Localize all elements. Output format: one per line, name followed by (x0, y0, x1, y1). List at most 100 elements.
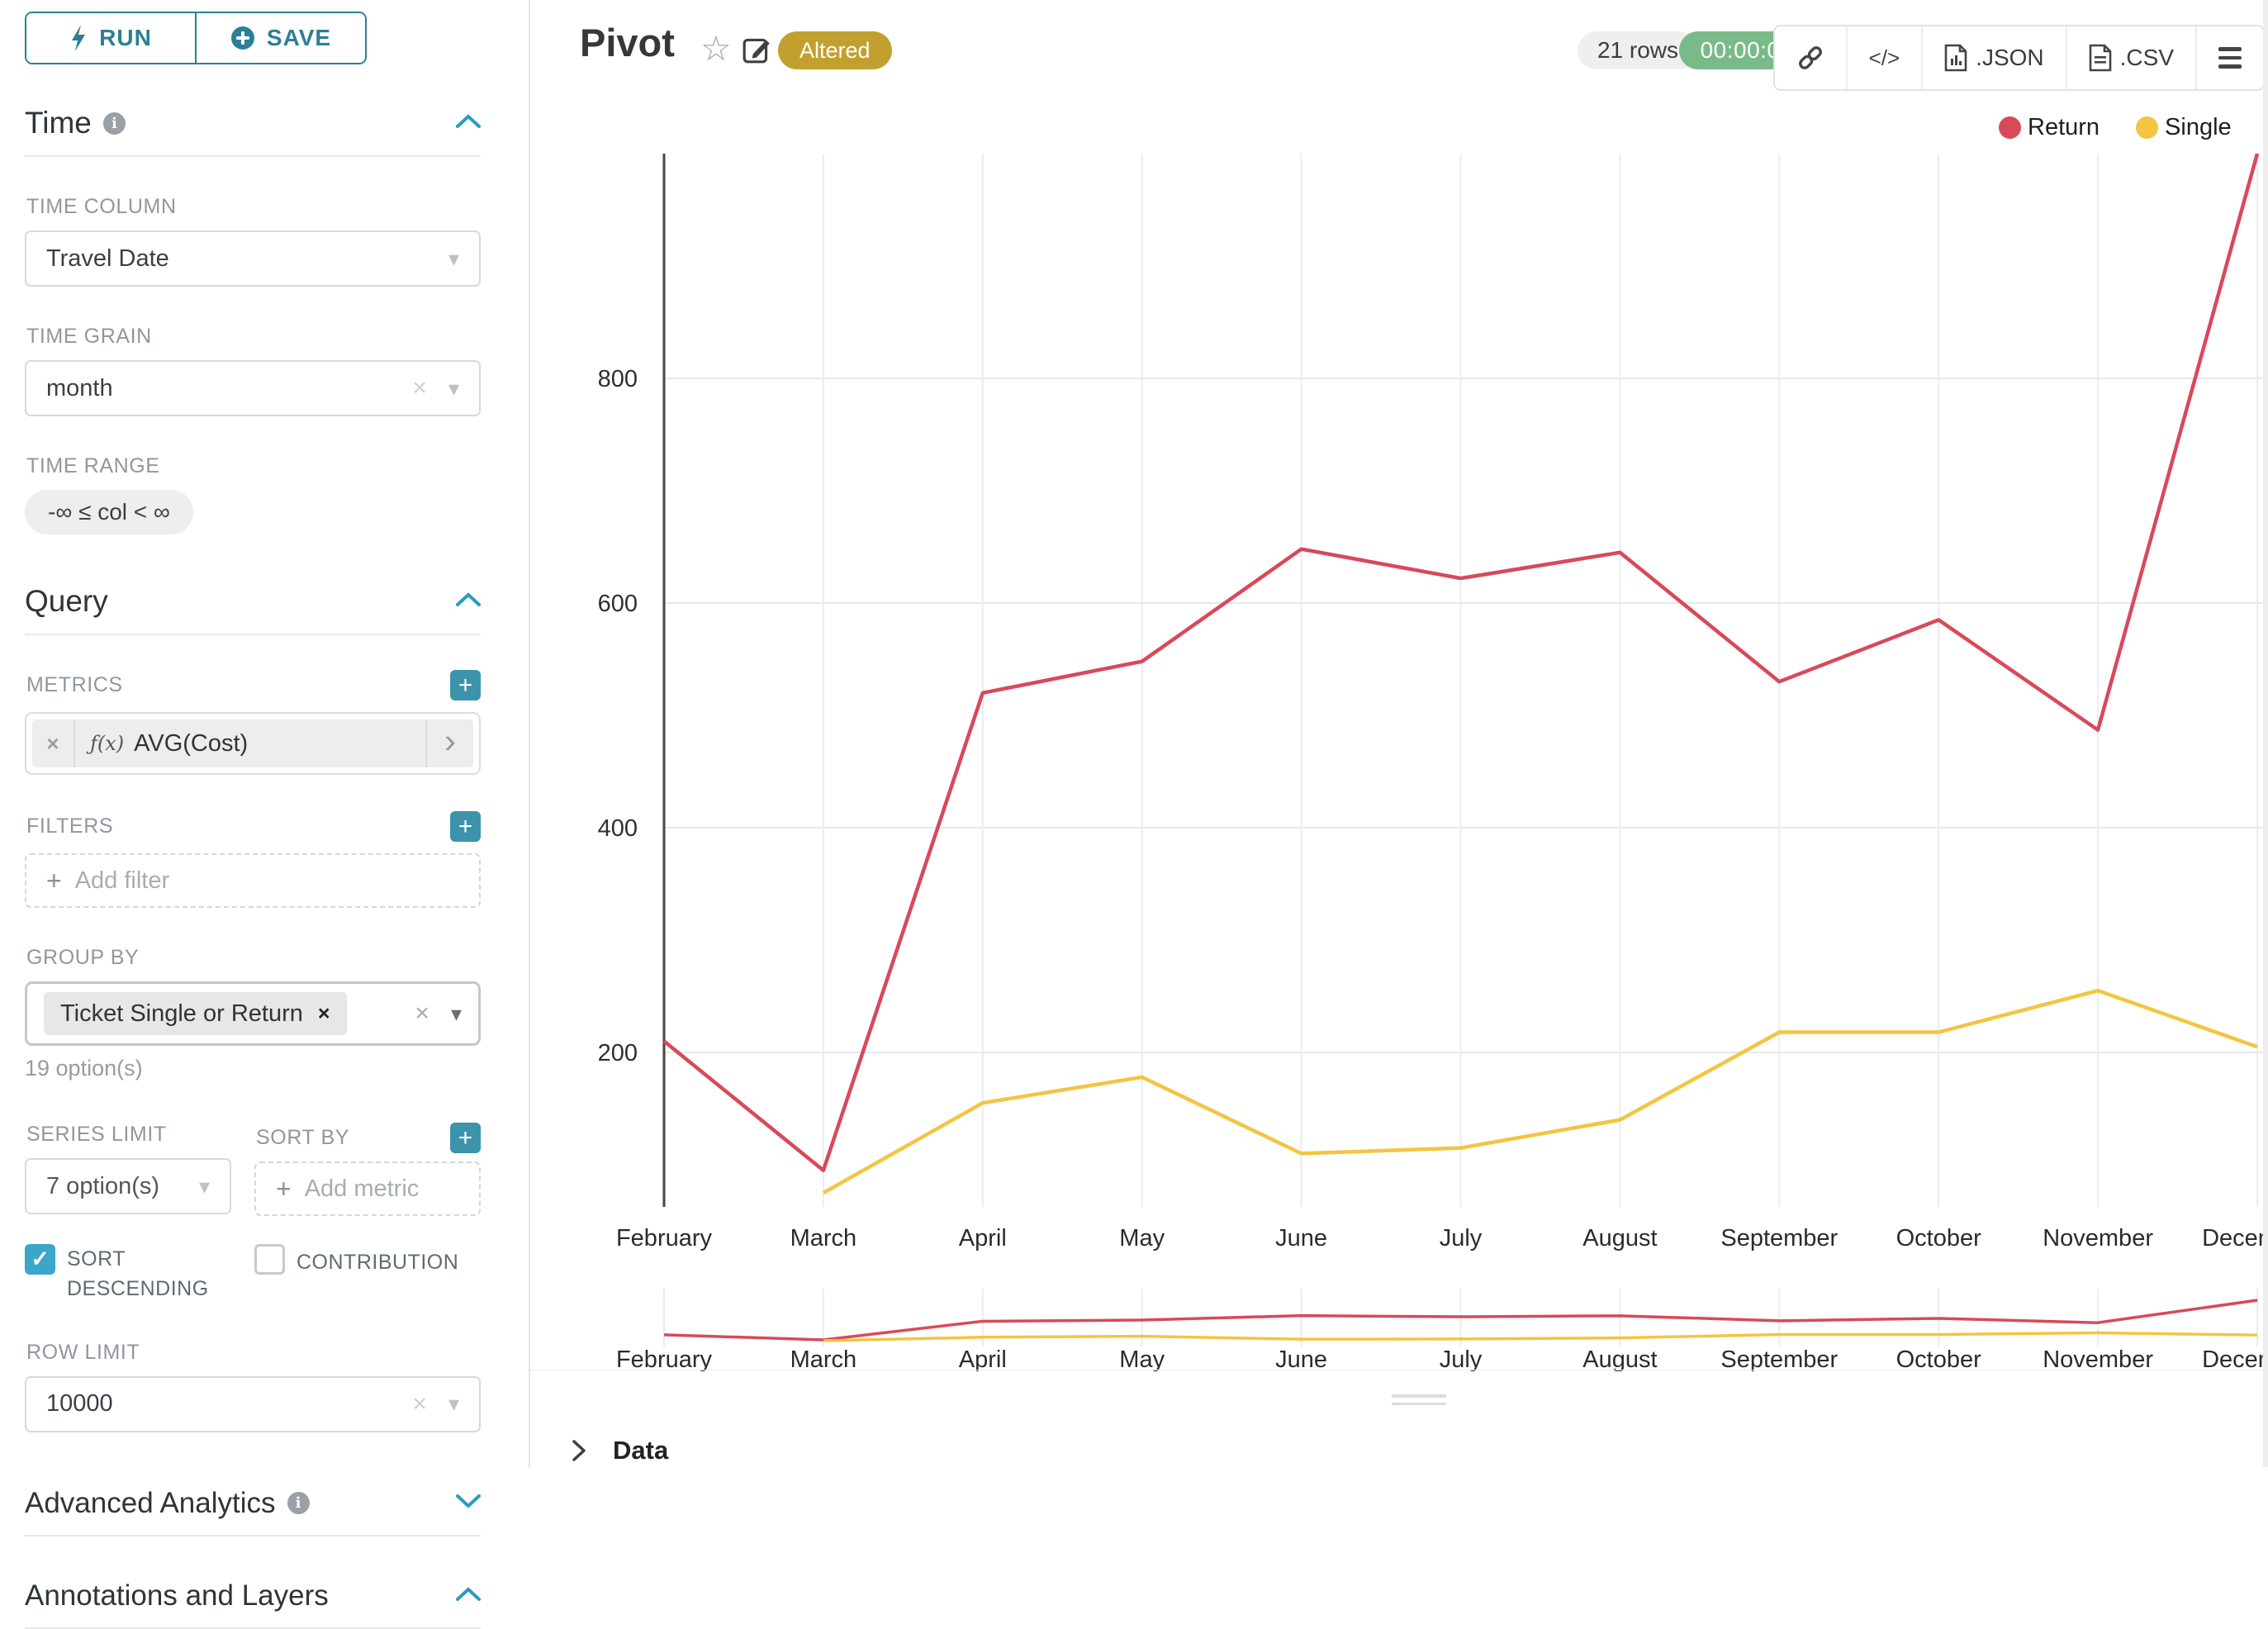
svg-text:December: December (2202, 1346, 2268, 1371)
svg-text:May: May (1119, 1346, 1165, 1371)
series-limit-value: 7 option(s) (46, 1173, 159, 1200)
share-link-button[interactable] (1775, 26, 1846, 89)
section-divider (25, 1627, 481, 1629)
advanced-analytics-header[interactable]: Advanced Analytics i (25, 1487, 481, 1520)
svg-text:June: June (1275, 1225, 1327, 1251)
hamburger-icon (2218, 47, 2242, 69)
chevron-up-icon[interactable] (456, 114, 481, 132)
svg-text:July: July (1440, 1346, 1483, 1371)
time-range-pill[interactable]: -∞ ≤ col < ∞ (25, 490, 193, 534)
remove-metric-icon[interactable]: × (32, 720, 75, 767)
chevron-down-icon[interactable] (456, 1494, 481, 1513)
altered-badge[interactable]: Altered (778, 31, 892, 69)
section-divider (25, 634, 481, 635)
chevron-up-icon[interactable] (456, 1587, 481, 1605)
svg-text:November: November (2043, 1225, 2153, 1251)
time-grain-label: TIME GRAIN (26, 325, 505, 349)
svg-text:September: September (1720, 1346, 1838, 1371)
time-section-header[interactable]: Time i (25, 106, 481, 140)
group-by-select[interactable]: Ticket Single or Return × × ▾ (25, 981, 481, 1046)
export-csv-button[interactable]: .CSV (2066, 26, 2195, 89)
caret-down-icon[interactable]: ▾ (451, 1001, 462, 1027)
chevron-right-icon[interactable]: › (425, 720, 473, 767)
run-button-label: RUN (99, 25, 152, 51)
group-by-chip[interactable]: Ticket Single or Return × (44, 992, 347, 1035)
clear-icon[interactable]: × (415, 1000, 429, 1028)
page-title: Pivot (580, 20, 675, 65)
plus-icon: + (276, 1174, 292, 1204)
export-json-button[interactable]: .JSON (1921, 26, 2065, 89)
options-hint: 19 option(s) (25, 1056, 505, 1081)
run-button[interactable]: RUN (26, 13, 195, 63)
control-panel: RUN SAVE Time i TIME COLUMN Travel Date … (0, 0, 505, 1467)
clear-icon[interactable]: × (412, 1390, 427, 1418)
svg-text:April: April (959, 1225, 1007, 1251)
filters-label: FILTERS (26, 814, 113, 838)
group-by-label: GROUP BY (26, 946, 505, 970)
add-metric-button[interactable]: + (450, 670, 481, 701)
svg-text:February: February (616, 1225, 713, 1251)
metrics-box: × ƒ(x) AVG(Cost) › (25, 712, 481, 775)
code-icon: </> (1869, 45, 1900, 71)
svg-text:March: March (790, 1225, 857, 1251)
query-section-header[interactable]: Query (25, 584, 481, 619)
metric-name: AVG(Cost) (134, 730, 248, 758)
row-limit-select[interactable]: 10000 × ▾ (25, 1376, 481, 1432)
favorite-star-icon[interactable]: ☆ (700, 28, 732, 69)
edit-icon[interactable] (742, 33, 773, 69)
embed-code-button[interactable]: </> (1846, 26, 1922, 89)
svg-text:August: August (1582, 1346, 1657, 1371)
add-filter-button[interactable]: + (450, 811, 481, 842)
time-grain-value: month (46, 375, 113, 402)
time-grain-select[interactable]: month × ▾ (25, 360, 481, 416)
line-chart[interactable]: 200400600800FebruaryFebruaryMarchMarchAp… (529, 83, 2268, 1371)
lightning-icon (69, 25, 88, 51)
time-range-label: TIME RANGE (26, 454, 505, 478)
csv-file-icon (2089, 44, 2112, 72)
annotations-layers-header[interactable]: Annotations and Layers (25, 1579, 481, 1612)
add-sort-metric-box[interactable]: + Add metric (254, 1161, 481, 1216)
annotations-layers-title: Annotations and Layers (25, 1579, 329, 1612)
svg-text:February: February (616, 1346, 713, 1371)
time-section-title: Time (25, 106, 92, 140)
remove-chip-icon[interactable]: × (318, 1002, 330, 1026)
svg-text:April: April (959, 1346, 1007, 1371)
export-json-label: .JSON (1976, 45, 2043, 71)
caret-down-icon[interactable]: ▾ (448, 1391, 459, 1417)
clear-icon[interactable]: × (412, 374, 427, 402)
add-sort-metric-button[interactable]: + (450, 1123, 481, 1153)
row-limit-value: 10000 (46, 1390, 113, 1418)
chevron-right-icon (570, 1438, 588, 1463)
svg-text:800: 800 (598, 366, 638, 392)
contribution-checkbox[interactable] (254, 1244, 285, 1275)
series-limit-select[interactable]: 7 option(s) ▾ (25, 1158, 231, 1214)
svg-text:July: July (1440, 1225, 1483, 1251)
data-panel-title: Data (613, 1436, 668, 1465)
page-scrollbar[interactable] (2263, 0, 2268, 1467)
panel-resize-handle[interactable] (1392, 1394, 1446, 1410)
row-limit-label: ROW LIMIT (26, 1341, 505, 1365)
plus-icon: + (46, 866, 62, 896)
plus-circle-icon (230, 26, 255, 50)
menu-button[interactable] (2195, 26, 2263, 89)
check-icon: ✓ (31, 1247, 50, 1272)
sort-descending-checkbox[interactable]: ✓ (25, 1244, 55, 1275)
chevron-up-icon[interactable] (456, 592, 481, 610)
metric-chip[interactable]: × ƒ(x) AVG(Cost) › (32, 720, 473, 767)
section-divider (25, 155, 481, 157)
save-button[interactable]: SAVE (195, 13, 365, 63)
caret-down-icon[interactable]: ▾ (448, 246, 459, 272)
time-column-select[interactable]: Travel Date ▾ (25, 230, 481, 287)
svg-text:200: 200 (598, 1040, 638, 1066)
save-button-label: SAVE (267, 25, 331, 51)
caret-down-icon[interactable]: ▾ (199, 1174, 210, 1199)
caret-down-icon[interactable]: ▾ (448, 376, 459, 401)
data-panel-header[interactable]: Data (570, 1436, 668, 1465)
group-by-chip-label: Ticket Single or Return (60, 1000, 303, 1028)
svg-text:November: November (2043, 1346, 2153, 1371)
time-column-label: TIME COLUMN (26, 195, 505, 219)
metrics-label: METRICS (26, 673, 123, 697)
export-csv-label: .CSV (2120, 45, 2174, 71)
add-filter-box[interactable]: + Add filter (25, 853, 481, 908)
svg-text:October: October (1896, 1346, 1981, 1371)
